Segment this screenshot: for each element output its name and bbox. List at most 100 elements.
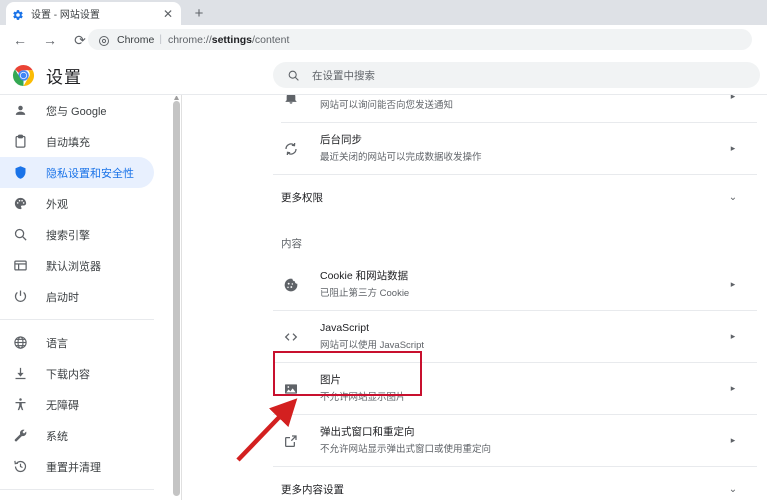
close-icon[interactable]: ✕: [161, 7, 175, 21]
sidebar-item-system[interactable]: 系统: [0, 420, 154, 451]
tab-title: 设置 - 网站设置: [31, 6, 161, 21]
url-bold: settings: [212, 34, 252, 46]
annotation-arrow-icon: [230, 398, 300, 468]
sidebar-item-label: 无障碍: [46, 397, 79, 413]
sidebar-item-downloads[interactable]: 下载内容: [0, 358, 154, 389]
sync-icon: [281, 139, 300, 158]
settings-card: 通知 网站可以询问能否向您发送通知 ▸ 后台同步 最近关闭的网站可以完成数据收发…: [273, 95, 757, 500]
sidebar-item-default-browser[interactable]: 默认浏览器: [0, 250, 154, 281]
setting-row-subtitle: 网站可以使用 JavaScript: [320, 338, 725, 353]
expand-row-more-permissions[interactable]: 更多权限 ⌄: [273, 175, 757, 219]
history-restore-icon: [12, 459, 28, 475]
chrome-logo-icon: [98, 34, 110, 46]
sidebar-item-autofill[interactable]: 自动填充: [0, 126, 154, 157]
page-title: 设置: [46, 63, 82, 88]
palette-icon: [12, 196, 28, 212]
search-icon: [287, 69, 300, 82]
setting-row-title: 弹出式窗口和重定向: [320, 425, 725, 440]
scroll-up-icon[interactable]: [174, 96, 179, 100]
sidebar-item-privacy-and-security[interactable]: 隐私设置和安全性: [0, 157, 154, 188]
chevron-right-icon[interactable]: ▸: [725, 435, 741, 446]
new-tab-button[interactable]: +: [190, 5, 208, 23]
browser-window: 设置 - 网站设置 ✕ + ← → ⟳ Chrome | chrome://se…: [0, 0, 767, 500]
sidebar-item-label: 您与 Google: [46, 103, 107, 119]
chevron-right-icon[interactable]: ▸: [725, 279, 741, 290]
url-suffix: /content: [252, 34, 289, 46]
omnibox-separator: |: [159, 34, 162, 45]
expand-row-label: 更多内容设置: [281, 482, 725, 497]
sidebar-item-languages[interactable]: 语言: [0, 327, 154, 358]
setting-row-notifications[interactable]: 通知 网站可以询问能否向您发送通知 ▸: [281, 95, 757, 123]
settings-sidebar: 您与 Google 自动填充 隐私设置和安全性 外观 搜索引擎: [0, 95, 172, 500]
setting-row-title: 图片: [320, 373, 725, 388]
setting-row-text: Cookie 和网站数据 已阻止第三方 Cookie: [320, 269, 725, 301]
setting-row-title: 通知: [320, 95, 725, 96]
wrench-icon: [12, 428, 28, 444]
sidebar-item-label: 启动时: [46, 289, 79, 305]
setting-row-text: JavaScript 网站可以使用 JavaScript: [320, 321, 725, 353]
expand-row-more-content-settings[interactable]: 更多内容设置 ⌄: [273, 467, 757, 500]
search-icon: [12, 227, 28, 243]
sidebar-item-appearance[interactable]: 外观: [0, 188, 154, 219]
sidebar-item-reset-and-cleanup[interactable]: 重置并清理: [0, 451, 154, 482]
clipboard-icon: [12, 134, 28, 150]
setting-row-subtitle: 不允许网站显示弹出式窗口或使用重定向: [320, 442, 725, 457]
browser-window-icon: [12, 258, 28, 274]
setting-row-text: 通知 网站可以询问能否向您发送通知: [320, 95, 725, 113]
sidebar-item-label: 自动填充: [46, 134, 90, 150]
setting-row-images[interactable]: 图片 不允许网站显示图片 ▸: [273, 363, 757, 415]
setting-row-title: 后台同步: [320, 133, 725, 148]
shield-icon: [12, 165, 28, 181]
chevron-down-icon[interactable]: ⌄: [725, 484, 741, 495]
setting-row-background-sync[interactable]: 后台同步 最近关闭的网站可以完成数据收发操作 ▸: [273, 123, 757, 175]
search-input[interactable]: 在设置中搜索: [312, 68, 375, 83]
sidebar-item-you-and-google[interactable]: 您与 Google: [0, 95, 154, 126]
tab-strip: 设置 - 网站设置 ✕ +: [0, 0, 767, 25]
bell-icon: [281, 95, 300, 106]
setting-row-cookies[interactable]: Cookie 和网站数据 已阻止第三方 Cookie ▸: [273, 259, 757, 311]
download-icon: [12, 366, 28, 382]
back-icon[interactable]: ←: [9, 29, 31, 51]
clipped-row-container: 通知 网站可以询问能否向您发送通知 ▸: [273, 95, 757, 123]
code-icon: [281, 327, 300, 346]
section-label-content: 内容: [273, 219, 757, 259]
sidebar-item-label: 重置并清理: [46, 459, 101, 475]
sidebar-item-on-startup[interactable]: 启动时: [0, 281, 154, 312]
chevron-right-icon[interactable]: ▸: [725, 383, 741, 394]
setting-row-popups-and-redirects[interactable]: 弹出式窗口和重定向 不允许网站显示弹出式窗口或使用重定向 ▸: [273, 415, 757, 467]
setting-row-title: Cookie 和网站数据: [320, 269, 725, 284]
power-icon: [12, 289, 28, 305]
sidebar-item-label: 隐私设置和安全性: [46, 165, 134, 181]
setting-row-javascript[interactable]: JavaScript 网站可以使用 JavaScript ▸: [273, 311, 757, 363]
sidebar-item-label: 搜索引擎: [46, 227, 90, 243]
setting-row-subtitle: 网站可以询问能否向您发送通知: [320, 98, 725, 113]
globe-icon: [12, 335, 28, 351]
sidebar-divider: [0, 489, 154, 490]
address-bar[interactable]: Chrome | chrome://settings/content: [88, 29, 752, 50]
chevron-down-icon[interactable]: ⌄: [725, 192, 741, 203]
chevron-right-icon[interactable]: ▸: [725, 331, 741, 342]
sidebar-item-label: 系统: [46, 428, 68, 444]
omnibox-url: chrome://settings/content: [168, 34, 289, 46]
setting-row-subtitle: 最近关闭的网站可以完成数据收发操作: [320, 150, 725, 165]
url-prefix: chrome://: [168, 34, 212, 46]
sidebar-item-label: 默认浏览器: [46, 258, 101, 274]
setting-row-text: 后台同步 最近关闭的网站可以完成数据收发操作: [320, 133, 725, 165]
cookie-icon: [281, 275, 300, 294]
setting-row-subtitle: 不允许网站显示图片: [320, 390, 725, 405]
settings-search-box[interactable]: 在设置中搜索: [273, 62, 760, 88]
sidebar-item-label: 下载内容: [46, 366, 90, 382]
sidebar-scrollbar[interactable]: [172, 95, 181, 500]
chevron-right-icon[interactable]: ▸: [725, 143, 741, 154]
setting-row-text: 弹出式窗口和重定向 不允许网站显示弹出式窗口或使用重定向: [320, 425, 725, 457]
scrollbar-thumb[interactable]: [173, 101, 180, 496]
chevron-right-icon[interactable]: ▸: [725, 95, 741, 102]
sidebar-item-accessibility[interactable]: 无障碍: [0, 389, 154, 420]
sidebar-item-search-engine[interactable]: 搜索引擎: [0, 219, 154, 250]
browser-tab[interactable]: 设置 - 网站设置 ✕: [6, 2, 181, 25]
accessibility-icon: [12, 397, 28, 413]
image-icon: [281, 379, 300, 398]
forward-icon[interactable]: →: [39, 29, 61, 51]
sidebar-divider: [0, 319, 154, 320]
person-icon: [12, 103, 28, 119]
